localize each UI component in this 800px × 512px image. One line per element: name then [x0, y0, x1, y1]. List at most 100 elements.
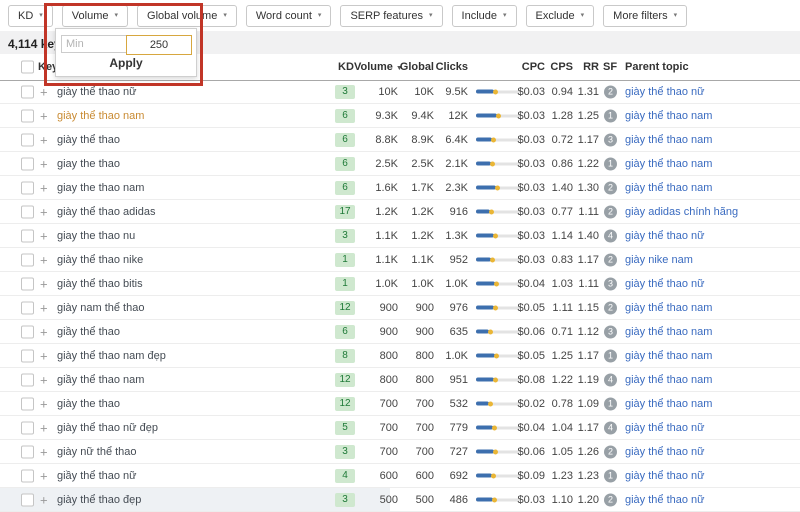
parent-topic-link[interactable]: giày thể thao nữ — [625, 446, 705, 458]
keyword-link[interactable]: giay the thao nu — [57, 230, 135, 242]
filter-volume-button[interactable]: Volume ▾ — [61, 5, 129, 27]
filter-more-filters-button[interactable]: More filters ▾ — [603, 5, 688, 27]
parent-topic-link[interactable]: giày thể thao nam — [625, 182, 712, 194]
sf-count-badge[interactable]: 2 — [604, 253, 617, 266]
expand-plus-icon[interactable]: + — [40, 180, 48, 195]
expand-plus-icon[interactable]: + — [40, 132, 48, 147]
parent-topic-link[interactable]: giày thể thao nam — [625, 134, 712, 146]
sf-count-badge[interactable]: 1 — [604, 109, 617, 122]
sf-count-badge[interactable]: 1 — [604, 397, 617, 410]
expand-plus-icon[interactable]: + — [40, 396, 48, 411]
sf-count-badge[interactable]: 3 — [604, 277, 617, 290]
keyword-link[interactable]: giày thể thao nam — [57, 110, 144, 122]
keyword-link[interactable]: giày thể thao adidas — [57, 206, 155, 218]
column-header-parent-topic[interactable]: Parent topic — [625, 61, 689, 73]
row-checkbox[interactable] — [21, 205, 34, 218]
expand-plus-icon[interactable]: + — [40, 420, 48, 435]
row-checkbox[interactable] — [21, 85, 34, 98]
sf-count-badge[interactable]: 4 — [604, 229, 617, 242]
expand-plus-icon[interactable]: + — [40, 108, 48, 123]
parent-topic-link[interactable]: giày thể thao nữ — [625, 230, 705, 242]
column-header-rr[interactable]: RR — [571, 61, 599, 73]
parent-topic-link[interactable]: giày thể thao nữ — [625, 86, 705, 98]
filter-word-count-button[interactable]: Word count ▾ — [245, 5, 332, 27]
row-checkbox[interactable] — [21, 301, 34, 314]
select-all-checkbox[interactable] — [21, 60, 34, 74]
apply-button[interactable]: Apply — [56, 54, 196, 72]
column-header-clicks[interactable]: Clicks — [432, 61, 468, 73]
parent-topic-link[interactable]: giày thể thao nữ — [625, 278, 705, 290]
keyword-link[interactable]: giay the thao — [57, 158, 120, 170]
keyword-link[interactable]: giày thể thao — [57, 134, 120, 146]
sf-count-badge[interactable]: 2 — [604, 181, 617, 194]
keyword-link[interactable]: giày nam thể thao — [57, 302, 144, 314]
parent-topic-link[interactable]: giày thể thao nam — [625, 302, 712, 314]
row-checkbox[interactable] — [21, 253, 34, 266]
sf-count-badge[interactable]: 3 — [604, 133, 617, 146]
row-checkbox[interactable] — [21, 373, 34, 386]
keyword-link[interactable]: giày nữ thể thao — [57, 446, 137, 458]
expand-plus-icon[interactable]: + — [40, 348, 48, 363]
filter-exclude-button[interactable]: Exclude ▾ — [525, 5, 595, 27]
volume-min-input[interactable] — [61, 35, 126, 53]
sf-count-badge[interactable]: 2 — [604, 301, 617, 314]
row-checkbox[interactable] — [21, 445, 34, 458]
keyword-link[interactable]: giày the thao — [57, 398, 120, 410]
sf-count-badge[interactable]: 4 — [604, 373, 617, 386]
row-checkbox[interactable] — [21, 349, 34, 362]
expand-plus-icon[interactable]: + — [40, 444, 48, 459]
row-checkbox[interactable] — [21, 277, 34, 290]
expand-plus-icon[interactable]: + — [40, 156, 48, 171]
sf-count-badge[interactable]: 1 — [604, 349, 617, 362]
parent-topic-link[interactable]: giày thể thao nam — [625, 110, 712, 122]
column-header-volume[interactable]: Volume ▼ — [354, 61, 403, 73]
volume-max-input[interactable] — [126, 35, 192, 55]
parent-topic-link[interactable]: giày thể thao nam — [625, 398, 712, 410]
parent-topic-link[interactable]: giày nike nam — [625, 254, 693, 266]
row-checkbox[interactable] — [21, 493, 34, 506]
row-checkbox[interactable] — [21, 421, 34, 434]
keyword-link[interactable]: giầy thể thao nam — [57, 374, 144, 386]
keyword-link[interactable]: giày thể thao nike — [57, 254, 143, 266]
keyword-link[interactable]: giày thể thao đẹp — [57, 494, 141, 506]
parent-topic-link[interactable]: giày thể thao nam — [625, 350, 712, 362]
row-checkbox[interactable] — [21, 229, 34, 242]
parent-topic-link[interactable]: giày thể thao nam — [625, 374, 712, 386]
parent-topic-link[interactable]: giày thể thao nam — [625, 158, 712, 170]
row-checkbox[interactable] — [21, 157, 34, 170]
expand-plus-icon[interactable]: + — [40, 276, 48, 291]
expand-plus-icon[interactable]: + — [40, 468, 48, 483]
expand-plus-icon[interactable]: + — [40, 84, 48, 99]
keyword-link[interactable]: giày thể thao bitis — [57, 278, 143, 290]
keyword-link[interactable]: giày thể thao nữ — [57, 86, 137, 98]
column-header-global[interactable]: Global — [398, 61, 434, 73]
filter-kd-button[interactable]: KD ▾ — [8, 5, 53, 27]
filter-global-volume-button[interactable]: Global volume ▾ — [137, 5, 237, 27]
sf-count-badge[interactable]: 1 — [604, 469, 617, 482]
keyword-link[interactable]: giày thể thao nữ đẹp — [57, 422, 158, 434]
parent-topic-link[interactable]: giày adidas chính hãng — [625, 206, 738, 218]
row-checkbox[interactable] — [21, 133, 34, 146]
column-header-sf[interactable]: SF — [603, 61, 617, 73]
row-checkbox[interactable] — [21, 109, 34, 122]
expand-plus-icon[interactable]: + — [40, 252, 48, 267]
keyword-link[interactable]: giay the thao nam — [57, 182, 144, 194]
sf-count-badge[interactable]: 2 — [604, 85, 617, 98]
sf-count-badge[interactable]: 1 — [604, 157, 617, 170]
expand-plus-icon[interactable]: + — [40, 324, 48, 339]
sf-count-badge[interactable]: 2 — [604, 205, 617, 218]
keyword-link[interactable]: giầy thể thao — [57, 326, 120, 338]
expand-plus-icon[interactable]: + — [40, 300, 48, 315]
row-checkbox[interactable] — [21, 181, 34, 194]
sf-count-badge[interactable]: 3 — [604, 325, 617, 338]
parent-topic-link[interactable]: giày thể thao nữ — [625, 494, 705, 506]
parent-topic-link[interactable]: giày thể thao nam — [625, 326, 712, 338]
expand-plus-icon[interactable]: + — [40, 372, 48, 387]
expand-plus-icon[interactable]: + — [40, 492, 48, 507]
column-header-cps[interactable]: CPS — [545, 61, 573, 73]
column-header-kd[interactable]: KD — [338, 61, 354, 73]
keyword-link[interactable]: giày thể thao nam đẹp — [57, 350, 166, 362]
row-checkbox[interactable] — [21, 469, 34, 482]
sf-count-badge[interactable]: 4 — [604, 421, 617, 434]
filter-serp-features-button[interactable]: SERP features ▾ — [340, 5, 443, 27]
